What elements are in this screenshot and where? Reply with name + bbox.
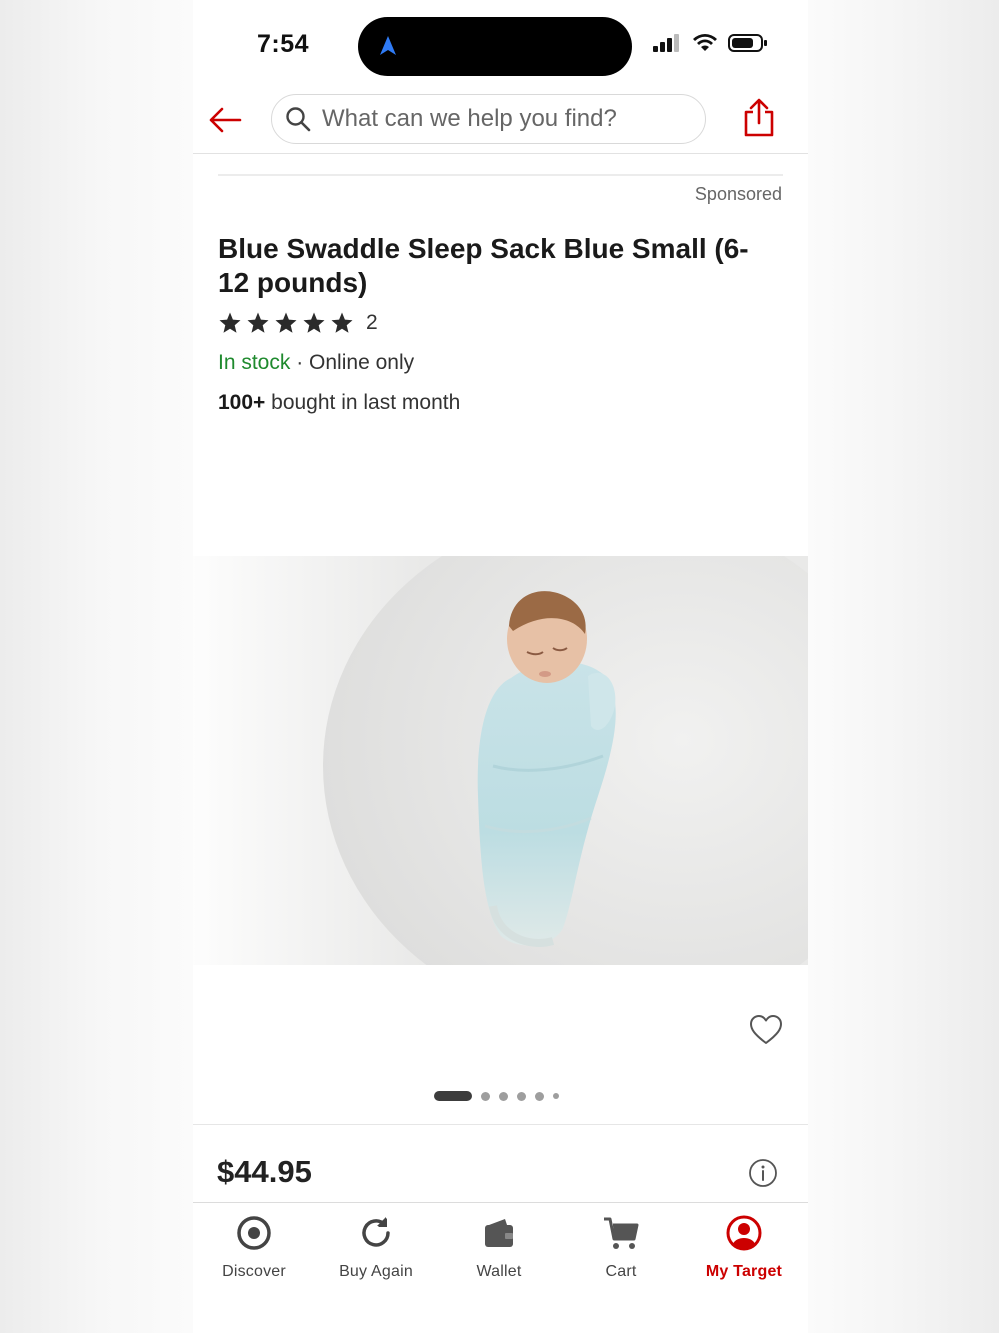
user-circle-icon [724,1213,764,1253]
star-icon [331,312,353,333]
tab-label: My Target [705,1263,783,1280]
dynamic-island [358,17,632,76]
rating-count: 2 [366,311,378,334]
star-icon [247,312,269,333]
product-price: $44.95 [217,1154,312,1189]
favorite-button[interactable] [748,1012,784,1048]
tab-discover[interactable]: Discover [193,1213,315,1281]
carousel-dot[interactable] [553,1093,559,1099]
image-carousel-dots [434,1091,559,1101]
divider [193,1124,808,1125]
status-bar: 7:54 [193,0,808,90]
carousel-dot[interactable] [535,1091,544,1101]
search-input[interactable] [322,105,682,133]
tab-label: Buy Again [339,1263,413,1280]
carousel-dot[interactable] [499,1091,508,1101]
rating-stars [218,311,354,335]
cart-icon [601,1213,641,1253]
in-stock-label: In stock [218,351,291,374]
back-button[interactable] [205,100,245,140]
star-icon [219,312,241,333]
search-icon [284,105,312,133]
target-bullseye-icon [234,1213,274,1253]
share-icon [744,98,774,137]
share-button[interactable] [737,96,781,140]
back-arrow-icon [209,107,242,133]
tab-my-target[interactable]: My Target [683,1213,805,1281]
info-icon [749,1159,777,1187]
refresh-icon [356,1213,396,1253]
divider [218,174,783,176]
bought-count: 100+ [218,391,266,414]
availability-note: Online only [309,351,415,374]
search-header [193,90,808,154]
carousel-dot[interactable] [434,1091,472,1101]
tab-label: Discover [222,1263,286,1280]
product-rating[interactable]: 2 [218,311,378,335]
star-icon [275,312,297,333]
status-time: 7:54 [257,30,310,58]
sponsored-label: Sponsored [694,184,782,204]
app-screen: 7:54 What can we help you find? Sponsore… [193,0,808,1333]
navigation-arrow-icon [380,36,396,55]
star-icon [303,312,325,333]
bought-text: bought in last month [265,391,461,414]
heart-icon [750,1015,782,1044]
tab-cart[interactable]: Cart [560,1213,682,1281]
wifi-icon [693,34,717,51]
wallet-icon [479,1213,519,1253]
bottom-tab-bar: Discover Buy Again Wallet Cart My Target [193,1202,808,1333]
cellular-signal-icon [653,34,679,52]
bought-in-last-month: 100+ bought in last month [218,391,460,415]
tab-label: Wallet [476,1263,522,1280]
availability-separator: · [290,351,310,374]
tab-label: Cart [605,1263,637,1280]
tab-wallet[interactable]: Wallet [438,1213,560,1281]
search-bar[interactable] [271,94,706,144]
carousel-dot[interactable] [517,1091,526,1101]
availability: In stock · Online only [218,351,414,375]
product-title: Blue Swaddle Sleep Sack Blue Small (6-12… [218,233,749,298]
product-photo [193,556,808,965]
battery-icon [728,34,767,52]
status-icons [652,33,768,53]
tab-buy-again[interactable]: Buy Again [315,1213,437,1281]
carousel-dot[interactable] [481,1091,490,1101]
product-image[interactable] [193,556,808,965]
price-info-button[interactable] [748,1158,778,1188]
